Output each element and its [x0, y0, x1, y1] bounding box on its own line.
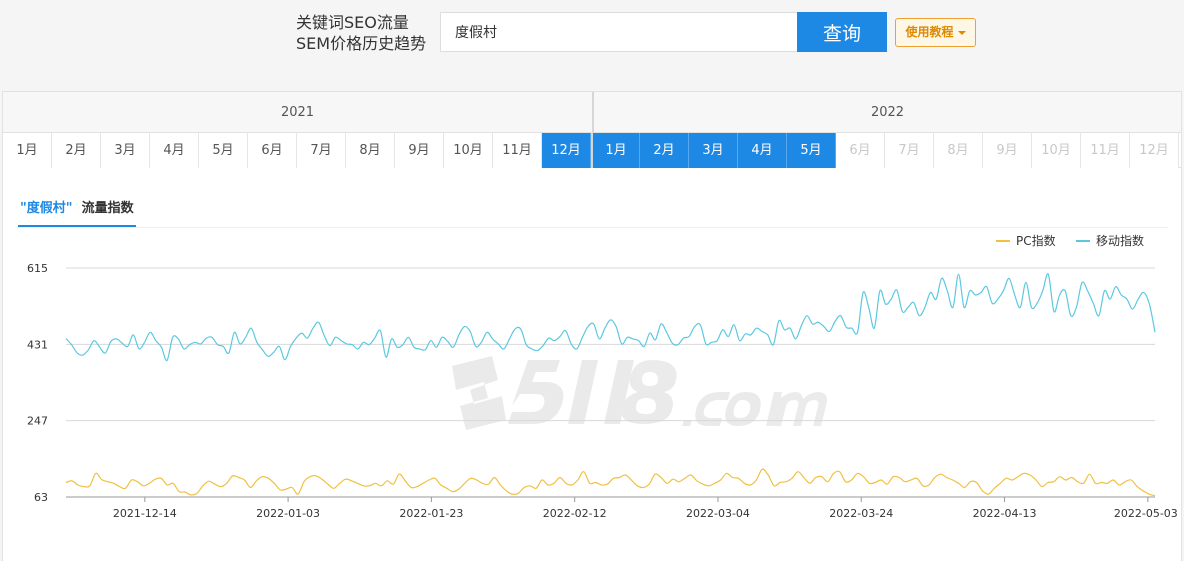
y-tick-label: 615 [27, 262, 48, 275]
chevron-down-icon [957, 30, 966, 35]
month-2021-9[interactable]: 9月 [395, 133, 444, 168]
series-line-mobile [65, 273, 1156, 362]
y-tick-label: 63 [34, 491, 48, 504]
month-2021-10[interactable]: 10月 [444, 133, 493, 168]
month-2022-6: 6月 [836, 133, 885, 168]
month-2022-4[interactable]: 4月 [738, 133, 787, 168]
series-line-pc [65, 468, 1156, 497]
brand-line-1: 关键词SEO流量 [296, 13, 409, 32]
month-2021-2[interactable]: 2月 [52, 133, 101, 168]
y-axis: 63 247 431 615 [27, 262, 48, 504]
legend-label[interactable]: 移动指数 [1096, 233, 1144, 248]
tutorial-dropdown-button[interactable]: 使用教程 [895, 18, 976, 47]
x-tick-label: 2022-04-13 [973, 507, 1037, 520]
month-2022-8: 8月 [934, 133, 983, 168]
month-2021-12[interactable]: 12月 [542, 133, 591, 168]
month-2022-9: 9月 [983, 133, 1032, 168]
brand-line-2: SEM价格历史趋势 [296, 34, 427, 53]
year-2021: 2021 [3, 92, 592, 133]
month-2021-7[interactable]: 7月 [297, 133, 346, 168]
year-row: 2021 2022 [3, 92, 1181, 133]
chart-series [65, 273, 1156, 497]
month-2022-10: 10月 [1032, 133, 1081, 168]
month-2021-6[interactable]: 6月 [248, 133, 297, 168]
month-2022-2[interactable]: 2月 [640, 133, 689, 168]
top-bar: 关键词SEO流量 SEM价格历史趋势 查询 使用教程 [0, 0, 1184, 91]
traffic-chart: 63 247 431 615 2021-12-14 2022-01-03 2022-01-… [27, 233, 1178, 520]
month-2021-11[interactable]: 11月 [493, 133, 542, 168]
month-2022-12: 12月 [1130, 133, 1179, 168]
month-2022-3[interactable]: 3月 [689, 133, 738, 168]
x-tick-label: 2021-12-14 [113, 507, 177, 520]
month-2022-11: 11月 [1081, 133, 1130, 168]
watermark-logo [452, 356, 827, 430]
month-2021-8[interactable]: 8月 [346, 133, 395, 168]
month-2021-4[interactable]: 4月 [150, 133, 199, 168]
legend-label[interactable]: PC指数 [1016, 233, 1056, 248]
y-tick-label: 247 [27, 415, 48, 428]
month-row: 1月 2月 3月 4月 5月 6月 7月 8月 9月 10月 11月 12月 1月 2月 3月 4月 5月 6月 7… [3, 133, 1181, 168]
month-2021-3[interactable]: 3月 [101, 133, 150, 168]
x-axis: 2021-12-14 2022-01-03 2022-01-23 2022-02-12… [66, 496, 1178, 520]
x-tick-label: 2022-01-03 [256, 507, 320, 520]
month-2021-1[interactable]: 1月 [3, 133, 52, 168]
y-tick-label: 431 [27, 338, 48, 351]
month-2021-5[interactable]: 5月 [199, 133, 248, 168]
year-2022: 2022 [592, 92, 1181, 133]
month-2022-5[interactable]: 5月 [787, 133, 836, 168]
x-tick-label: 2022-01-23 [399, 507, 463, 520]
x-tick-label: 2022-03-24 [829, 507, 893, 520]
month-timeline: 2021 2022 1月 2月 3月 4月 5月 6月 7月 8月 9月 10月 11月 12月 1月 2… [2, 91, 1182, 168]
tutorial-label: 使用教程 [905, 25, 954, 39]
chart-legend: PC指数 移动指数 [996, 233, 1144, 248]
x-tick-label: 2022-02-12 [543, 507, 607, 520]
brand-title: 关键词SEO流量 SEM价格历史趋势 [296, 12, 436, 54]
month-2022-1[interactable]: 1月 [591, 133, 640, 168]
search-button[interactable]: 查询 [797, 12, 887, 52]
x-tick-label: 2022-05-03 [1114, 507, 1178, 520]
x-tick-label: 2022-03-04 [686, 507, 750, 520]
month-2022-7: 7月 [885, 133, 934, 168]
search-input[interactable] [440, 12, 798, 52]
